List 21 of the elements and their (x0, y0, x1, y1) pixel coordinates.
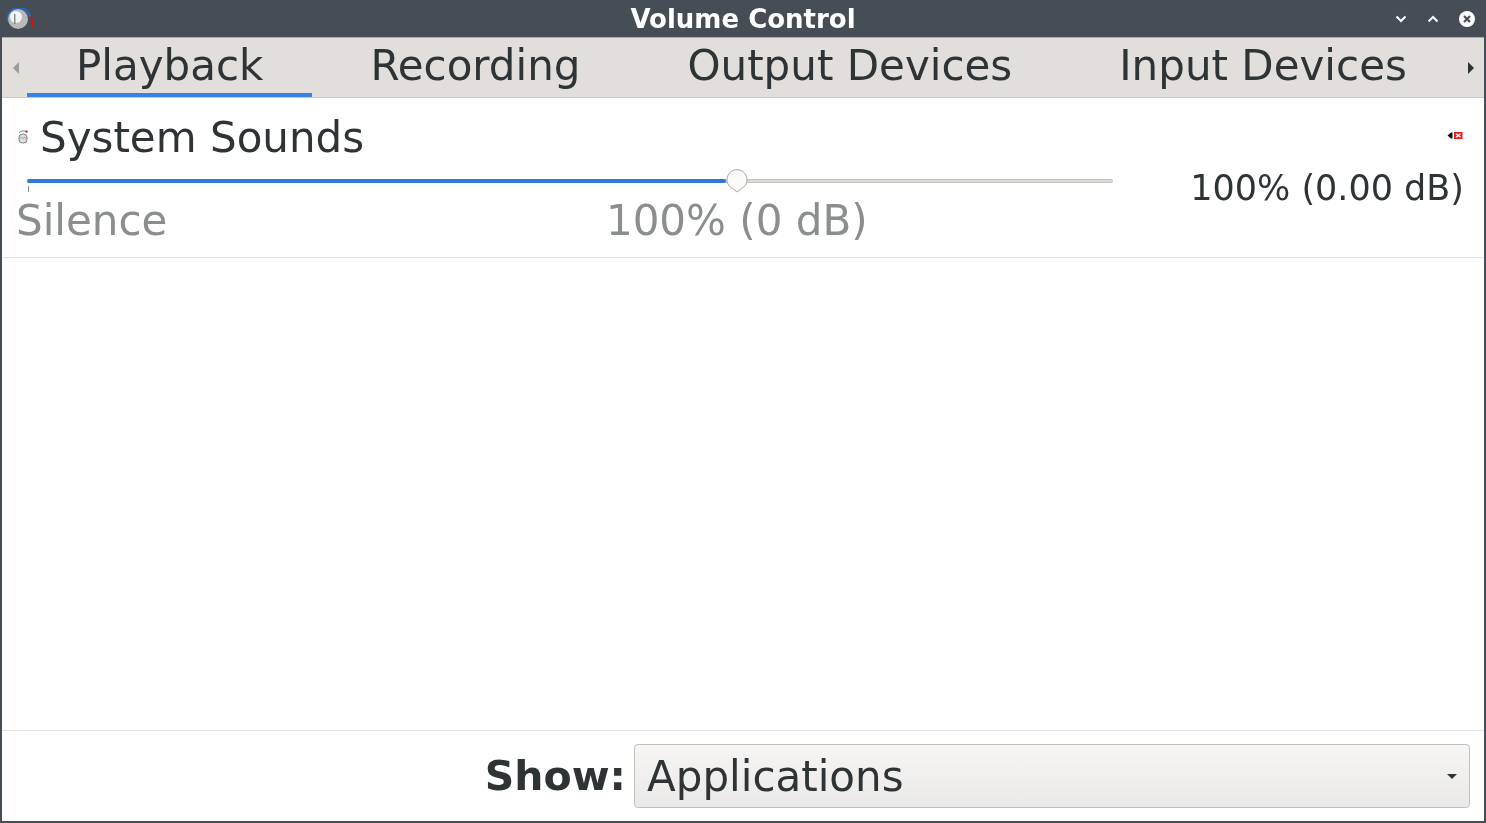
window-title: Volume Control (630, 3, 856, 34)
tab[interactable]: Input Devices (1070, 38, 1456, 97)
scroll-right-icon[interactable] (1468, 61, 1474, 74)
scale-label: Silence (16, 197, 168, 245)
close-icon[interactable] (1459, 10, 1475, 27)
speaker-muted-icon[interactable] (1447, 130, 1463, 141)
tab[interactable]: Recording (321, 38, 630, 97)
volume-reading: 100% (0.00 dB) (1190, 168, 1464, 208)
scale-tick (28, 186, 29, 192)
tab[interactable]: Playback (27, 38, 313, 97)
scale-label: 100% (0 dB) (605, 197, 868, 245)
chevron-down-icon[interactable] (1395, 14, 1407, 23)
slider-thumb[interactable] (725, 169, 748, 193)
volume-knob-icon (5, 7, 35, 30)
dropdown-arrow-icon[interactable] (1447, 773, 1457, 779)
chevron-up-icon[interactable] (1427, 14, 1439, 23)
stream-name: System Sounds (40, 114, 365, 162)
show-dropdown[interactable]: Applications (634, 744, 1470, 808)
volume-knob-icon (18, 130, 28, 144)
tab[interactable]: Output Devices (638, 38, 1062, 97)
show-label: Show: (484, 752, 626, 800)
